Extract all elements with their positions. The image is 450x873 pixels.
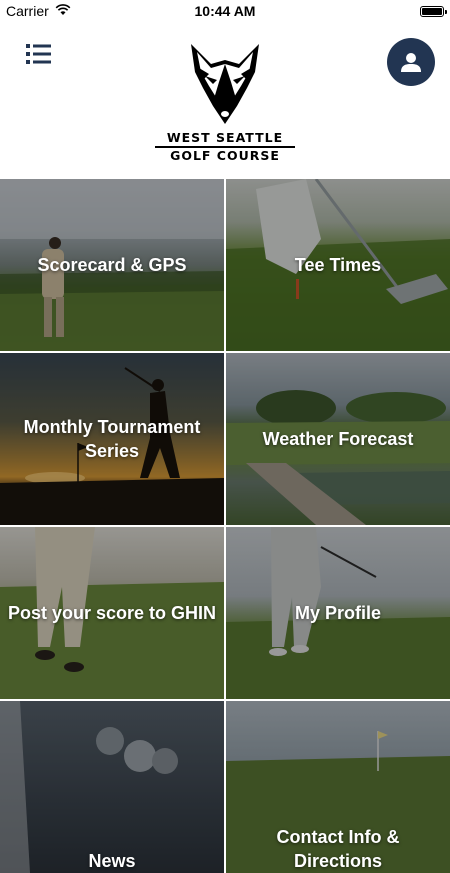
- tile-post-score-ghin[interactable]: Post your score to GHIN: [0, 527, 224, 699]
- tile-tee-times[interactable]: Tee Times: [226, 179, 450, 351]
- tile-label: Monthly Tournament Series: [23, 417, 201, 461]
- tile-shade: [0, 701, 224, 873]
- status-bar: Carrier 10:44 AM: [0, 0, 450, 22]
- tile-label: News: [88, 851, 136, 871]
- status-right: [420, 5, 450, 17]
- app-header: WEST SEATTLE GOLF COURSE: [0, 22, 450, 179]
- logo-line1: WEST SEATTLE: [166, 130, 284, 145]
- battery-icon: [420, 5, 447, 17]
- carrier-label: Carrier: [6, 3, 49, 19]
- list-icon: [26, 44, 51, 64]
- tile-label: Tee Times: [294, 255, 382, 275]
- tile-my-profile[interactable]: My Profile: [226, 527, 450, 699]
- tile-label: Post your score to GHIN: [7, 603, 217, 623]
- tile-contact-info[interactable]: Contact Info & Directions: [226, 701, 450, 873]
- menu-grid: Scorecard & GPS Tee Times Monthly Tourna…: [0, 179, 450, 873]
- user-icon: [401, 53, 421, 72]
- wolf-logo-icon: [191, 44, 259, 124]
- status-left: Carrier: [0, 3, 71, 19]
- tile-shade: [226, 701, 450, 873]
- tile-weather-forecast[interactable]: Weather Forecast: [226, 353, 450, 525]
- course-logo: WEST SEATTLE GOLF COURSE: [150, 42, 300, 162]
- tile-news[interactable]: News: [0, 701, 224, 873]
- wifi-icon: [55, 3, 71, 19]
- tile-label: My Profile: [294, 603, 382, 623]
- battery-fill: [422, 7, 442, 15]
- logo-line2: GOLF COURSE: [170, 148, 280, 163]
- tile-label: Contact Info & Directions: [277, 827, 400, 871]
- tile-label: Weather Forecast: [262, 429, 414, 449]
- tile-monthly-tournament[interactable]: Monthly Tournament Series: [0, 353, 224, 525]
- profile-button[interactable]: [387, 38, 435, 86]
- tile-scorecard-gps[interactable]: Scorecard & GPS: [0, 179, 224, 351]
- tile-label: Scorecard & GPS: [37, 255, 187, 275]
- menu-button[interactable]: [26, 42, 52, 66]
